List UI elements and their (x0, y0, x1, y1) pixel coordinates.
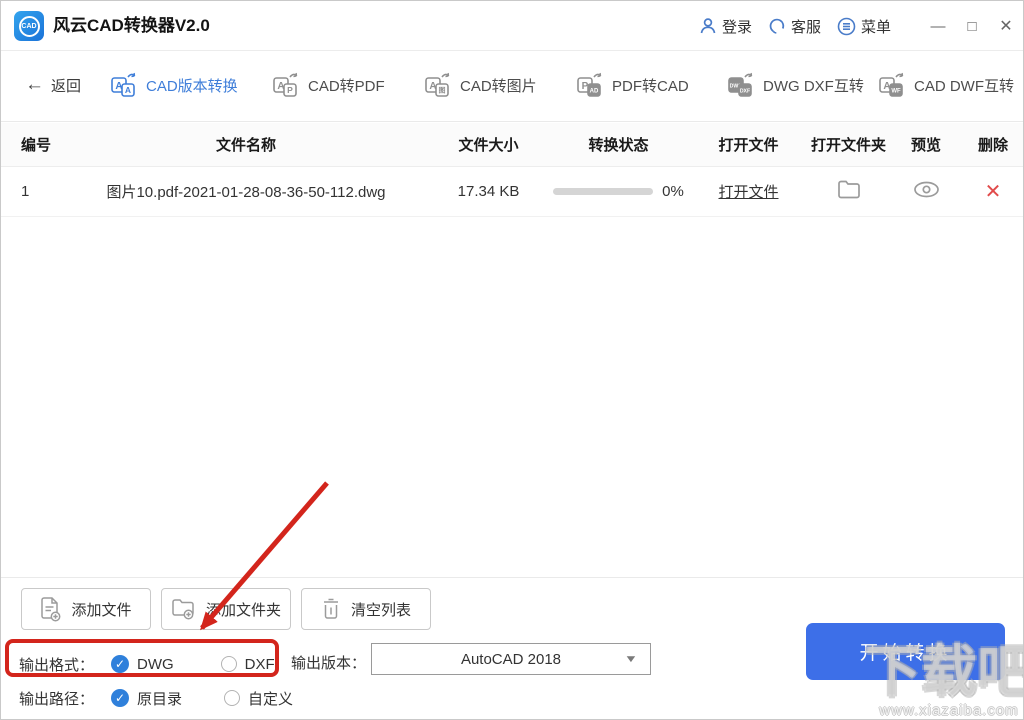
radio-dxf[interactable]: DXF (220, 656, 275, 673)
tab-label: CAD版本转换 (146, 77, 238, 95)
tab-cad-dwf-convert[interactable]: A WF CAD DWF互转 (879, 52, 1014, 118)
row-progress: 0% (546, 183, 691, 200)
tab-label: PDF转CAD (612, 77, 689, 95)
start-convert-button[interactable]: 开始转换 (806, 623, 1005, 680)
delete-row-icon[interactable]: ✕ (985, 181, 1002, 203)
maximize-button[interactable]: □ (955, 1, 989, 51)
svg-text:A: A (125, 85, 131, 95)
add-folder-button[interactable]: 添加文件夹 (161, 588, 291, 630)
tab-cad-to-image[interactable]: A 图 CAD转图片 (425, 52, 537, 118)
output-path-row: 输出路径： ✓ 原目录 自定义 (19, 684, 293, 712)
clear-list-button[interactable]: 清空列表 (301, 588, 431, 630)
menu-icon (837, 17, 856, 35)
open-file-link[interactable]: 打开文件 (718, 184, 778, 201)
row-filename: 图片10.pdf-2021-01-28-08-36-50-112.dwg (106, 184, 386, 201)
col-header-filename: 文件名称 (215, 137, 276, 154)
table-header: 编号 文件名称 文件大小 转换状态 打开文件 打开文件夹 预览 删除 (1, 123, 1023, 167)
progress-bar (553, 188, 654, 195)
cad-to-pdf-icon: A P (273, 72, 298, 97)
svg-text:图: 图 (439, 86, 446, 95)
service-button[interactable]: 客服 (768, 16, 821, 37)
app-title: 风云CAD转换器V2.0 (53, 16, 210, 35)
radio-checked-icon[interactable]: ✓ (111, 655, 129, 673)
output-version-label: 输出版本： (291, 655, 367, 672)
close-button[interactable]: ✕ (989, 1, 1023, 51)
tab-label: DWG DXF互转 (763, 77, 864, 95)
radio-dxf-label[interactable]: DXF (245, 656, 275, 673)
col-header-no: 编号 (21, 137, 52, 154)
service-label: 客服 (790, 18, 821, 36)
tab-pdf-to-cad[interactable]: P AD PDF转CAD (577, 52, 689, 118)
add-folder-label: 添加文件夹 (205, 601, 281, 619)
add-folder-icon (172, 599, 194, 620)
radio-unchecked-icon[interactable] (224, 690, 241, 706)
col-header-filesize: 文件大小 (458, 137, 519, 154)
tab-label: CAD转PDF (308, 77, 385, 95)
svg-text:DXF: DXF (740, 89, 750, 95)
menu-label: 菜单 (860, 18, 891, 36)
bottom-panel: 添加文件 添加文件夹 清空列表 输出格式： ✓ DWG DXF 输出版本： Au… (1, 577, 1023, 719)
tab-label: CAD DWF互转 (914, 77, 1014, 95)
back-arrow-icon: ← (25, 74, 44, 95)
menu-button[interactable]: 菜单 (837, 16, 891, 37)
clear-list-label: 清空列表 (350, 601, 411, 619)
tab-label: CAD转图片 (460, 77, 537, 95)
radio-original-dir[interactable]: ✓ 原目录 (111, 688, 182, 709)
svg-text:WF: WF (891, 89, 901, 95)
output-format-label: 输出格式： (19, 656, 95, 674)
radio-custom-dir[interactable]: 自定义 (224, 688, 293, 709)
output-path-label: 输出路径： (19, 690, 95, 708)
col-header-delete: 删除 (977, 137, 1008, 154)
add-file-label: 添加文件 (71, 601, 132, 619)
tab-cad-to-pdf[interactable]: A P CAD转PDF (273, 52, 385, 118)
pdf-to-cad-icon: P AD (577, 72, 602, 97)
cad-dwf-convert-icon: A WF (879, 72, 904, 97)
login-label: 登录 (721, 18, 752, 36)
back-button[interactable]: ← 返回 (25, 52, 81, 118)
user-icon (700, 18, 716, 34)
output-format-row: 输出格式： ✓ DWG DXF (19, 650, 275, 678)
tabbar: ← 返回 A A CAD版本转换 A P CAD转PDF A 图 CAD转图片 … (1, 52, 1023, 172)
radio-unchecked-icon[interactable] (220, 656, 237, 672)
app-logo-icon: CAD (14, 11, 44, 41)
output-version-select[interactable]: AutoCAD 2018 ▼ (371, 643, 651, 675)
progress-label: 0% (662, 183, 684, 200)
row-filesize: 17.34 KB (457, 183, 520, 200)
preview-eye-icon[interactable] (913, 181, 940, 198)
tab-cad-version-convert[interactable]: A A CAD版本转换 (111, 52, 238, 118)
radio-dwg-label[interactable]: DWG (137, 656, 174, 673)
cad-version-convert-icon: A A (111, 72, 136, 97)
dwg-dxf-convert-icon: DWG DXF (728, 72, 753, 97)
radio-original-dir-label[interactable]: 原目录 (137, 688, 182, 709)
svg-text:P: P (287, 85, 293, 95)
titlebar: CAD 风云CAD转换器V2.0 登录 客服 菜单 — □ ✕ (1, 1, 1023, 51)
output-version-value: AutoCAD 2018 (460, 650, 562, 668)
cad-to-image-icon: A 图 (425, 72, 450, 97)
open-folder-icon[interactable] (837, 179, 861, 200)
col-header-open-folder: 打开文件夹 (810, 137, 886, 154)
add-file-button[interactable]: 添加文件 (21, 588, 151, 630)
add-file-icon (41, 596, 61, 621)
window-controls: — □ ✕ (921, 1, 1023, 51)
back-label: 返回 (51, 77, 82, 95)
minimize-button[interactable]: — (921, 1, 955, 51)
col-header-open-file: 打开文件 (718, 137, 779, 154)
headset-icon (769, 18, 785, 34)
row-number: 1 (21, 183, 30, 200)
login-button[interactable]: 登录 (699, 16, 752, 37)
table-row: 1 图片10.pdf-2021-01-28-08-36-50-112.dwg 1… (1, 167, 1023, 217)
radio-checked-icon[interactable]: ✓ (111, 689, 129, 707)
col-header-status: 转换状态 (588, 137, 649, 154)
radio-dwg[interactable]: ✓ DWG (111, 655, 174, 673)
radio-custom-dir-label[interactable]: 自定义 (248, 688, 293, 709)
tab-dwg-dxf-convert[interactable]: DWG DXF DWG DXF互转 (728, 52, 864, 118)
clear-list-icon (323, 598, 338, 619)
app-window: CAD 风云CAD转换器V2.0 登录 客服 菜单 — □ ✕ ← 返回 A A… (0, 0, 1024, 720)
svg-text:AD: AD (590, 89, 599, 95)
chevron-down-icon: ▼ (623, 653, 639, 665)
logo-text: CAD (21, 22, 37, 30)
col-header-preview: 预览 (910, 137, 941, 154)
